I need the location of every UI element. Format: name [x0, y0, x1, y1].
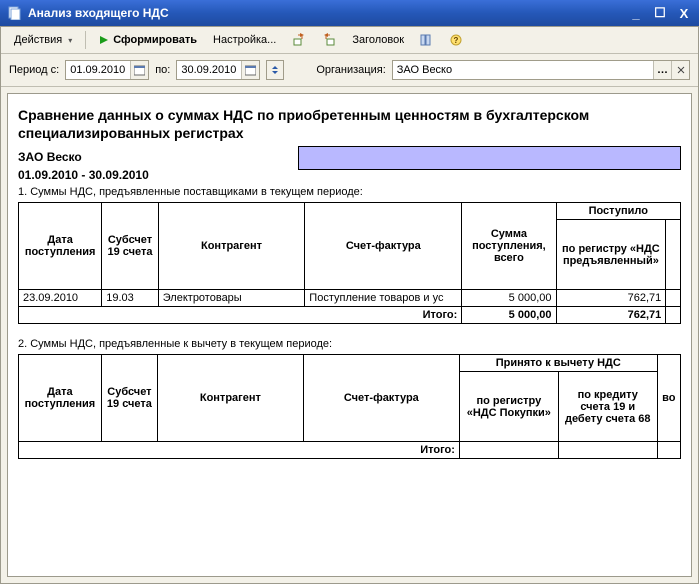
- org-field: …: [392, 60, 690, 80]
- svg-text:?: ?: [454, 36, 459, 45]
- help-button[interactable]: ?: [443, 31, 469, 49]
- org-label: Организация:: [316, 64, 385, 76]
- period-to-input[interactable]: [177, 61, 241, 79]
- col-credit: по кредиту счета 19 и дебету счета 68: [558, 372, 657, 442]
- export-icon: [292, 33, 306, 47]
- close-button[interactable]: X: [673, 4, 695, 22]
- form-label: Сформировать: [113, 34, 197, 46]
- total-label: Итого:: [19, 307, 462, 324]
- separator: [85, 31, 86, 49]
- col-sub: Субсчет 19 счета: [102, 203, 159, 290]
- actions-label: Действия: [14, 34, 62, 46]
- form-button[interactable]: Сформировать: [92, 31, 204, 49]
- col-contr: Контрагент: [158, 355, 304, 442]
- columns-button[interactable]: [413, 30, 441, 50]
- table-header-row: Дата поступления Субсчет 19 счета Контра…: [19, 203, 681, 220]
- period-from-label: Период с:: [9, 64, 59, 76]
- col-contr: Контрагент: [158, 203, 305, 290]
- cell-sf: Поступление товаров и ус: [305, 290, 462, 307]
- col-deduct: Принято к вычету НДС: [459, 355, 657, 372]
- table-total-row: Итого:: [19, 442, 681, 459]
- cell-sub: 19.03: [102, 290, 159, 307]
- table-header-row: Дата поступления Субсчет 19 счета Контра…: [19, 355, 681, 372]
- cell-contr: Электротовары: [158, 290, 305, 307]
- col-reg: по регистру «НДС Покупки»: [459, 372, 558, 442]
- period-picker-button[interactable]: [266, 60, 284, 80]
- play-icon: [99, 35, 109, 45]
- window-title: Анализ входящего НДС: [28, 6, 169, 20]
- section2-caption: 2. Суммы НДС, предъявленные к вычету в т…: [18, 338, 681, 350]
- col-sum: Сумма поступления, всего: [462, 203, 556, 290]
- col-date: Дата поступления: [19, 203, 102, 290]
- col-date: Дата поступления: [19, 355, 102, 442]
- cell-extra: [666, 307, 681, 324]
- arrows-icon: [270, 64, 280, 76]
- header-button[interactable]: Заголовок: [345, 31, 411, 49]
- col-reg: по регистру «НДС предъявленный»: [556, 220, 666, 290]
- actions-menu[interactable]: Действия: [7, 31, 79, 49]
- cell-date: 23.09.2010: [19, 290, 102, 307]
- org-input[interactable]: [393, 61, 653, 79]
- clear-button[interactable]: [671, 61, 689, 79]
- settings-button[interactable]: Настройка...: [206, 31, 283, 49]
- cell-reg: 762,71: [556, 290, 666, 307]
- cell-sum: 5 000,00: [462, 290, 556, 307]
- total-reg: 762,71: [556, 307, 666, 324]
- docs-icon: [8, 6, 22, 20]
- help-icon: ?: [450, 34, 462, 46]
- settings-label: Настройка...: [213, 34, 276, 46]
- titlebar: Анализ входящего НДС _ ☐ X: [0, 0, 699, 26]
- export-button[interactable]: [285, 30, 313, 50]
- period-from-input[interactable]: [66, 61, 130, 79]
- calendar-icon[interactable]: [130, 61, 148, 79]
- col-sub: Субсчет 19 счета: [101, 355, 157, 442]
- cell-empty: [558, 442, 657, 459]
- period-from-field: [65, 60, 149, 80]
- period-to-label: по:: [155, 64, 170, 76]
- table-row: 23.09.2010 19.03 Электротовары Поступлен…: [19, 290, 681, 307]
- section2-table: Дата поступления Субсчет 19 счета Контра…: [18, 354, 681, 459]
- calendar-icon[interactable]: [241, 61, 259, 79]
- col-sf: Счет-фактура: [303, 355, 459, 442]
- total-sum: 5 000,00: [462, 307, 556, 324]
- report-period: 01.09.2010 - 30.09.2010: [18, 168, 149, 182]
- filter-bar: Период с: по: Организация: …: [1, 54, 698, 87]
- cell-empty: [657, 442, 680, 459]
- col-vo: во: [657, 355, 680, 442]
- toolbar: Действия Сформировать Настройка... Загол…: [1, 27, 698, 54]
- report-title: Сравнение данных о суммах НДС по приобре…: [18, 106, 681, 142]
- cell-extra: [666, 290, 681, 307]
- total-label: Итого:: [19, 442, 460, 459]
- columns-icon: [420, 33, 434, 47]
- section1-caption: 1. Суммы НДС, предъявленные поставщиками…: [18, 186, 681, 198]
- select-button[interactable]: …: [653, 61, 671, 79]
- highlight-bar: [298, 146, 681, 170]
- table-total-row: Итого: 5 000,00 762,71: [19, 307, 681, 324]
- col-sf: Счет-фактура: [305, 203, 462, 290]
- section1-table: Дата поступления Субсчет 19 счета Контра…: [18, 202, 681, 324]
- header-label: Заголовок: [352, 34, 404, 46]
- import-icon: [322, 33, 336, 47]
- x-icon: [677, 66, 685, 74]
- minimize-button[interactable]: _: [625, 4, 647, 22]
- period-to-field: [176, 60, 260, 80]
- maximize-button[interactable]: ☐: [649, 4, 671, 22]
- col-extra: [666, 220, 681, 290]
- report-area: Сравнение данных о суммах НДС по приобре…: [7, 93, 692, 577]
- col-received: Поступило: [556, 203, 681, 220]
- import-button[interactable]: [315, 30, 343, 50]
- cell-empty: [459, 442, 558, 459]
